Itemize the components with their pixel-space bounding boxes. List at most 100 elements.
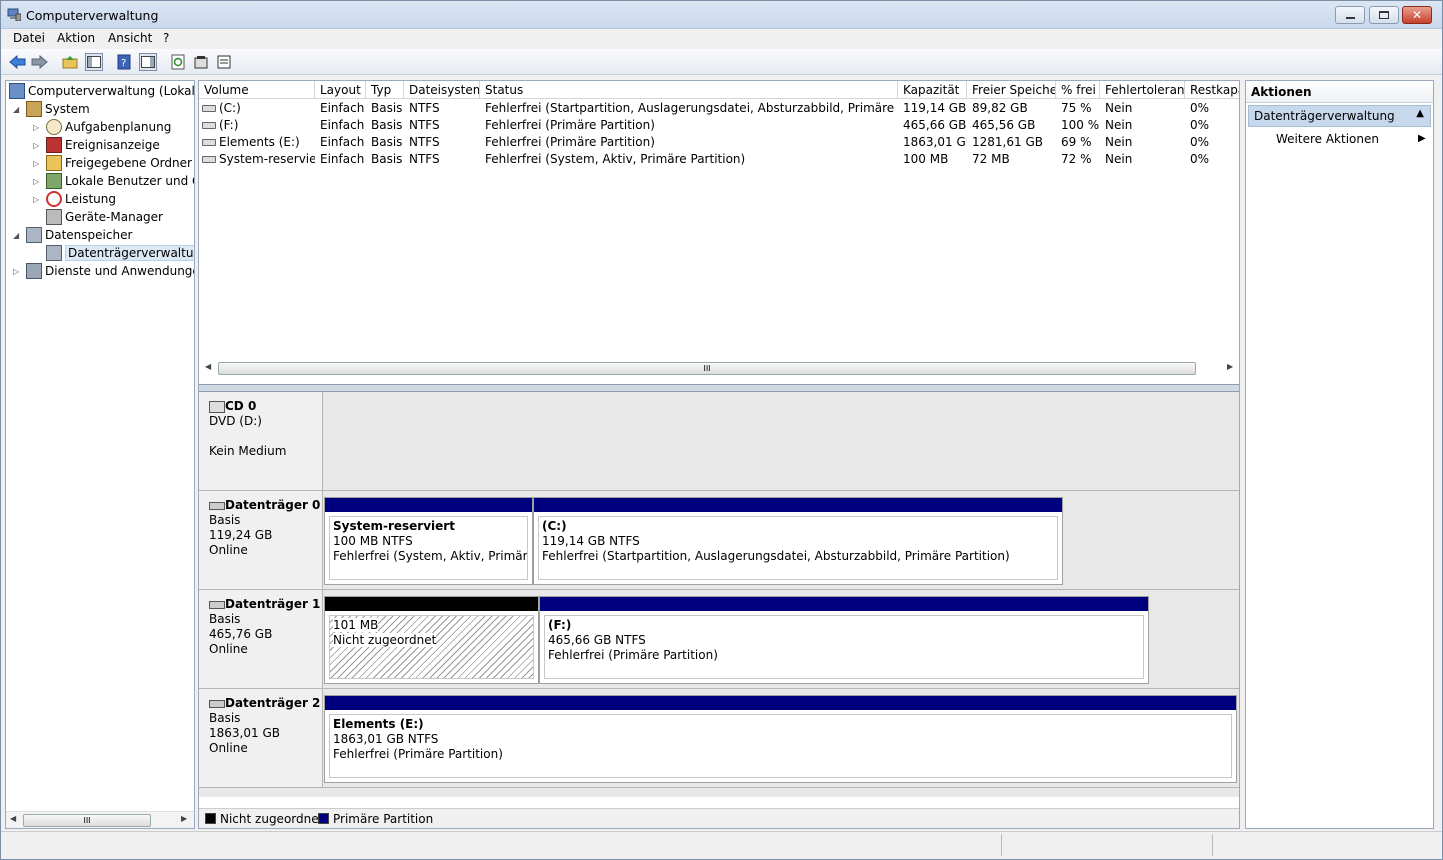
clock-icon <box>46 119 62 135</box>
disk-label-cd0[interactable]: CD 0 DVD (D:) Kein Medium <box>199 392 323 490</box>
collapsed-arrow-icon[interactable]: ▷ <box>33 159 39 168</box>
tree-item-datenspeicher[interactable]: ◢ Datenspeicher <box>13 226 132 244</box>
show-hide-action-pane-icon <box>141 56 155 68</box>
menu-ansicht[interactable]: Ansicht <box>108 31 152 45</box>
primary-partition-bar <box>325 696 1236 710</box>
export-list-button[interactable] <box>215 53 233 71</box>
expanded-arrow-icon[interactable]: ◢ <box>13 105 19 114</box>
scroll-left-icon[interactable]: ◀ <box>205 362 211 371</box>
col-dateisystem[interactable]: Dateisystem <box>404 81 480 99</box>
disk-row-0: Datenträger 0 Basis 119,24 GB Online Sys… <box>199 491 1239 590</box>
scroll-thumb[interactable]: III <box>218 362 1196 375</box>
partition-f[interactable]: (F:) 465,66 GB NTFS Fehlerfrei (Primäre … <box>539 596 1149 684</box>
partition-c[interactable]: (C:) 119,14 GB NTFS Fehlerfrei (Startpar… <box>533 497 1063 585</box>
disk-row-cd0[interactable]: CD 0 DVD (D:) Kein Medium <box>199 392 1239 491</box>
partition-system-reserviert[interactable]: System-reserviert 100 MB NTFS Fehlerfrei… <box>324 497 533 585</box>
volume-row[interactable]: (F:) Einfach Basis NTFS Fehlerfrei (Primäre … <box>199 117 1239 134</box>
maximize-button[interactable] <box>1369 6 1399 24</box>
menu-aktion[interactable]: Aktion <box>57 31 95 45</box>
col-freier-speicher[interactable]: Freier Speicher <box>967 81 1056 99</box>
partition-e[interactable]: Elements (E:) 1863,01 GB NTFS Fehlerfrei… <box>324 695 1237 783</box>
tree-item-geraete-manager[interactable]: Geräte-Manager <box>46 208 163 226</box>
cell-restkapazitaet: 0% <box>1190 101 1210 115</box>
volume-row[interactable]: System-reserviert Einfach Basis NTFS Fehlerf… <box>199 151 1239 168</box>
cell-fehlertoleranz: Nein <box>1105 135 1133 149</box>
volume-list-header: Volume Layout Typ Dateisystem Status Kap… <box>199 81 1239 99</box>
volume-list-scrollbar[interactable]: ◀ III ▶ <box>199 360 1239 377</box>
actions-section-header[interactable]: Datenträgerverwaltung ▲ <box>1248 105 1431 127</box>
help-button[interactable]: ? <box>115 53 133 71</box>
disk-label-1[interactable]: Datenträger 1 Basis 465,76 GB Online <box>199 590 323 688</box>
collapsed-arrow-icon[interactable]: ▷ <box>33 195 39 204</box>
menu-bar: Datei Aktion Ansicht ? <box>1 29 1442 49</box>
legend-bar: Nicht zugeordnet Primäre Partition <box>199 808 1239 828</box>
collapsed-arrow-icon[interactable]: ▷ <box>13 267 19 276</box>
collapsed-arrow-icon[interactable]: ▷ <box>33 123 39 132</box>
cell-typ: Basis <box>371 118 403 132</box>
shared-folder-icon <box>46 155 62 171</box>
status-bar <box>1 831 1442 859</box>
minimize-button[interactable] <box>1335 6 1365 24</box>
device-manager-icon <box>46 209 62 225</box>
menu-datei[interactable]: Datei <box>13 31 45 45</box>
show-hide-action-pane-button[interactable] <box>139 53 157 71</box>
tree-item-lokale-benutzer[interactable]: ▷Lokale Benutzer und Gruppen <box>33 172 194 190</box>
cell-prozent-frei: 72 % <box>1061 152 1092 166</box>
tree-item-root[interactable]: Computerverwaltung (Lokal) <box>9 82 194 100</box>
tree-item-aufgabenplanung[interactable]: ▷ Aufgabenplanung <box>33 118 171 136</box>
scroll-right-icon[interactable]: ▶ <box>1227 362 1233 371</box>
pane-splitter[interactable] <box>199 384 1239 392</box>
primary-partition-bar <box>325 498 532 512</box>
scroll-thumb[interactable]: III <box>23 814 151 827</box>
col-fehlertoleranz[interactable]: Fehlertoleranz <box>1100 81 1185 99</box>
disk-management-pane: Volume Layout Typ Dateisystem Status Kap… <box>198 80 1240 829</box>
tree-horizontal-scrollbar[interactable]: ◀ III ▶ <box>6 811 194 828</box>
cell-layout: Einfach <box>320 101 365 115</box>
tree-item-dienste[interactable]: ▷ Dienste und Anwendungen <box>13 262 194 280</box>
properties-button[interactable] <box>192 53 210 71</box>
computer-icon <box>9 83 25 99</box>
expanded-arrow-icon[interactable]: ◢ <box>13 231 19 240</box>
tree-item-datentraegerverwaltung[interactable]: Datenträgerverwaltung <box>46 244 194 262</box>
toolbar: ? <box>1 49 1442 75</box>
col-restkapazitaet[interactable]: Restkapa <box>1185 81 1239 99</box>
col-status[interactable]: Status <box>480 81 898 99</box>
cell-volume: (F:) <box>219 118 239 132</box>
disk-label-0[interactable]: Datenträger 0 Basis 119,24 GB Online <box>199 491 323 589</box>
action-weitere-aktionen[interactable]: Weitere Aktionen <box>1276 132 1379 146</box>
menu-help[interactable]: ? <box>163 31 169 45</box>
forward-button[interactable] <box>30 53 48 71</box>
volume-row[interactable]: (C:) Einfach Basis NTFS Fehlerfrei (Startpar… <box>199 100 1239 117</box>
show-hide-tree-button[interactable] <box>85 53 103 71</box>
cell-status: Fehlerfrei (System, Aktiv, Primäre Parti… <box>485 152 746 166</box>
volume-row[interactable]: Elements (E:) Einfach Basis NTFS Fehlerfrei … <box>199 134 1239 151</box>
col-kapazitaet[interactable]: Kapazität <box>898 81 967 99</box>
cell-layout: Einfach <box>320 135 365 149</box>
col-volume[interactable]: Volume <box>199 81 315 99</box>
col-typ[interactable]: Typ <box>366 81 404 99</box>
col-layout[interactable]: Layout <box>315 81 366 99</box>
scroll-left-icon[interactable]: ◀ <box>10 814 16 823</box>
collapsed-arrow-icon[interactable]: ▷ <box>33 177 39 186</box>
tree-item-system[interactable]: ◢ System <box>13 100 90 118</box>
performance-icon <box>46 191 62 207</box>
console-tree: Computerverwaltung (Lokal) ◢ System ▷ Aufg… <box>5 80 195 829</box>
back-button[interactable] <box>8 53 26 71</box>
partition-unallocated[interactable]: 101 MB Nicht zugeordnet <box>324 596 539 684</box>
collapsed-arrow-icon[interactable]: ▷ <box>33 141 39 150</box>
tree-item-ereignisanzeige[interactable]: ▷ Ereignisanzeige <box>33 136 160 154</box>
legend-primary: Primäre Partition <box>333 812 434 826</box>
collapse-up-icon[interactable]: ▲ <box>1416 108 1424 119</box>
up-button[interactable] <box>61 53 79 71</box>
tree-item-freigegebene-ordner[interactable]: ▷ Freigegebene Ordner <box>33 154 192 172</box>
tree-item-leistung[interactable]: ▷ Leistung <box>33 190 116 208</box>
cell-status: Fehlerfrei (Primäre Partition) <box>485 135 655 149</box>
actions-pane: Aktionen Datenträgerverwaltung ▲ Weitere… <box>1245 80 1434 829</box>
scroll-right-icon[interactable]: ▶ <box>181 814 187 823</box>
disk-label-2[interactable]: Datenträger 2 Basis 1863,01 GB Online <box>199 689 323 787</box>
close-button[interactable]: ✕ <box>1402 6 1432 24</box>
users-icon <box>46 173 62 189</box>
col-prozent-frei[interactable]: % frei <box>1056 81 1100 99</box>
refresh-button[interactable] <box>169 53 187 71</box>
up-folder-icon <box>62 56 78 69</box>
